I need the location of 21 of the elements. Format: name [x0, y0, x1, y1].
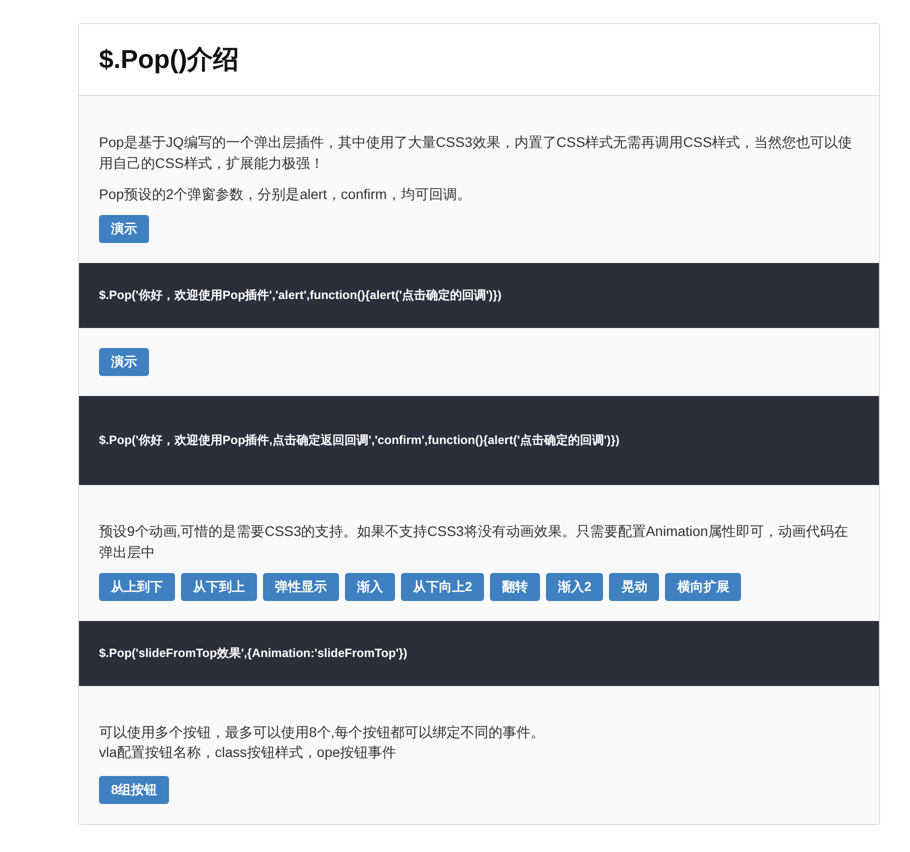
demo-button[interactable]: 晃动 — [609, 573, 660, 601]
text-line: 可以使用多个按钮，最多可以使用8个,每个按钮都可以绑定不同的事件。 — [99, 723, 546, 742]
demo-button[interactable]: 从下向上2 — [401, 573, 484, 601]
paragraph: Pop预设的2个弹窗参数，分别是alert，confirm，均可回调。 — [99, 185, 472, 204]
text-line: vla配置按钮名称，class按钮样式，ope按钮事件 — [99, 743, 398, 762]
demo-button[interactable]: 从下到上 — [181, 573, 257, 601]
demo-button[interactable]: 弹性显示 — [263, 573, 339, 601]
code-text: $.Pop('slideFromTop效果',{Animation:'slideFromTop'}) — [99, 645, 408, 662]
demo-button[interactable]: 从上到下 — [99, 573, 175, 601]
demo-button[interactable]: 8组按钮 — [99, 776, 170, 804]
page-title: $.Pop()介绍 — [99, 43, 240, 76]
demo-button[interactable]: 演示 — [99, 215, 149, 243]
demo-button[interactable]: 翻转 — [490, 573, 540, 601]
code-text: $.Pop('你好，欢迎使用Pop插件','alert',function(){alert('点击确定的回调')}) — [99, 287, 502, 304]
paragraph: 预设9个动画,可惜的是需要CSS3的支持。如果不支持CSS3将没有动画效果。只需要配置Animation属性即可，动画代码在弹出层中 — [99, 522, 850, 562]
demo-button[interactable]: 渐入 — [345, 573, 395, 601]
demo-button[interactable]: 横向扩展 — [665, 573, 742, 601]
demo-button[interactable]: 渐入2 — [546, 573, 604, 601]
paragraph: Pop是基于JQ编写的一个弹出层插件，其中使用了大量CSS3效果，内置了CSS样式无需再调用CSS样式，当然您也可以使用自己的CSS样式，扩展能力极强！ — [99, 133, 853, 173]
code-text: $.Pop('你好，欢迎使用Pop插件,点击确定返回回调','confirm',function(){alert('点击确定的回调')}) — [99, 432, 620, 449]
demo-button[interactable]: 演示 — [99, 348, 149, 376]
